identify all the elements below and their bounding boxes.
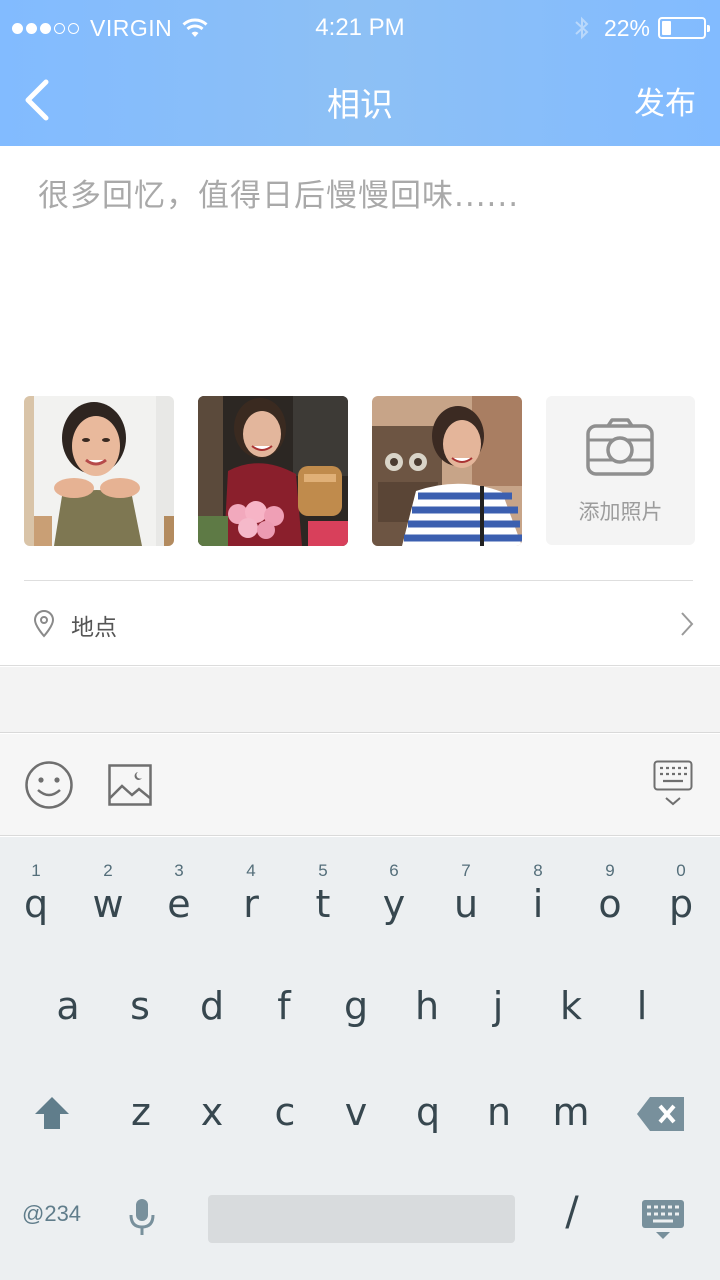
key-char: x bbox=[200, 1090, 224, 1134]
key-v[interactable]: v bbox=[320, 837, 392, 1134]
key-m[interactable]: m bbox=[535, 837, 607, 1134]
backspace-key-icon[interactable] bbox=[636, 1095, 686, 1133]
status-bar: VIRGIN 4:21 PM 22% bbox=[0, 0, 720, 56]
key-n[interactable]: n bbox=[463, 837, 535, 1134]
key-char: a bbox=[56, 984, 80, 1028]
shift-key-icon[interactable] bbox=[33, 1095, 71, 1131]
soft-keyboard: 1q2w3e4r5t6y7u8i9o0p asdfghjkl zxcvqnm @… bbox=[0, 837, 720, 1280]
smiley-icon[interactable] bbox=[24, 760, 74, 810]
key-z[interactable]: z bbox=[105, 837, 177, 1134]
key-char: l bbox=[636, 984, 648, 1028]
key-char: n bbox=[486, 1090, 512, 1134]
bluetooth-icon bbox=[575, 16, 589, 40]
key-char: m bbox=[552, 1090, 590, 1134]
page-title: 相识 bbox=[327, 85, 393, 124]
hide-keyboard-icon[interactable] bbox=[641, 1199, 685, 1241]
symbols-key[interactable]: @234 bbox=[22, 1201, 81, 1227]
nav-bar: 相识 发布 bbox=[0, 56, 720, 146]
key-char: s bbox=[130, 984, 150, 1028]
key-char: j bbox=[492, 984, 504, 1028]
key-char: k bbox=[559, 984, 582, 1028]
key-char: f bbox=[277, 984, 291, 1028]
key-q[interactable]: q bbox=[392, 837, 464, 1134]
key-l[interactable]: l bbox=[606, 837, 678, 1028]
photo-1[interactable] bbox=[24, 396, 174, 546]
photo-strip: 添加照片 bbox=[24, 396, 695, 546]
image-icon[interactable] bbox=[108, 764, 152, 806]
photo-thumbnail bbox=[24, 396, 174, 546]
add-photo-label: 添加照片 bbox=[578, 500, 663, 524]
status-right: 22% bbox=[574, 13, 710, 43]
key-char: v bbox=[344, 1090, 368, 1134]
key-x[interactable]: x bbox=[176, 837, 248, 1134]
memo-text-input[interactable]: 很多回忆，值得日后慢慢回味...... bbox=[38, 170, 678, 215]
battery-icon bbox=[658, 17, 710, 39]
compose-toolbar bbox=[0, 734, 720, 836]
key-char: d bbox=[199, 984, 225, 1028]
battery-percent: 22% bbox=[603, 14, 650, 41]
add-photo-button[interactable]: 添加照片 bbox=[546, 396, 695, 545]
location-row[interactable]: 地点 bbox=[0, 581, 720, 666]
microphone-icon[interactable] bbox=[127, 1197, 157, 1237]
photo-3[interactable] bbox=[372, 396, 522, 546]
key-c[interactable]: c bbox=[249, 837, 321, 1134]
keyboard-toggle-icon[interactable] bbox=[653, 760, 693, 808]
key-char: c bbox=[274, 1090, 296, 1134]
camera-icon bbox=[586, 418, 654, 476]
spacer-band bbox=[0, 667, 720, 733]
slash-key[interactable]: / bbox=[540, 1189, 604, 1235]
photo-thumbnail bbox=[198, 396, 348, 546]
battery-level bbox=[662, 21, 671, 35]
key-char: h bbox=[414, 984, 440, 1028]
space-bar[interactable] bbox=[208, 1195, 515, 1243]
key-a[interactable]: a bbox=[32, 837, 104, 1028]
location-label: 地点 bbox=[71, 615, 117, 641]
compose-area: 很多回忆，值得日后慢慢回味...... 添加照片 地点 bbox=[0, 146, 720, 666]
location-pin-icon bbox=[33, 610, 55, 638]
header: VIRGIN 4:21 PM 22% 相识 发布 bbox=[0, 0, 720, 146]
publish-button[interactable]: 发布 bbox=[634, 78, 696, 123]
chevron-right-icon bbox=[681, 612, 694, 636]
key-char: z bbox=[131, 1090, 151, 1134]
key-char: g bbox=[343, 984, 369, 1028]
photo-2[interactable] bbox=[198, 396, 348, 546]
key-char: q bbox=[415, 1090, 441, 1134]
photo-thumbnail bbox=[372, 396, 522, 546]
